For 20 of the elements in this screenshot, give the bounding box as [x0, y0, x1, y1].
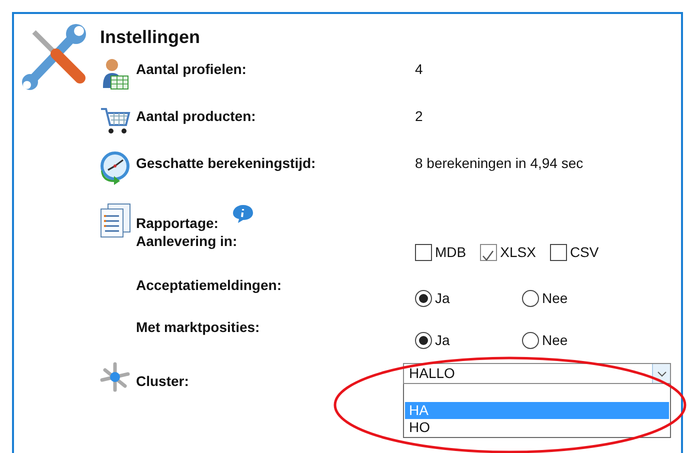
panel-title: Instellingen — [100, 26, 202, 48]
field-label: Rapportage: — [136, 214, 218, 232]
field-value: 2 — [415, 107, 423, 125]
radio-label: Nee — [542, 289, 568, 308]
radio-label: Ja — [435, 331, 450, 350]
field-value: 4 — [415, 60, 423, 78]
field-value: 8 berekeningen in 4,94 sec — [415, 154, 584, 172]
field-label: Aantal profielen: — [136, 60, 248, 78]
field-label: Acceptatiemeldingen: — [136, 276, 282, 294]
checkbox-label: MDB — [435, 243, 466, 262]
field-label: Aantal producten: — [136, 107, 257, 125]
field-label: Geschatte berekeningstijd: — [136, 154, 317, 172]
field-label: Met marktposities: — [136, 318, 261, 336]
checkbox-label: CSV — [570, 243, 599, 262]
cluster-dropdown[interactable]: HALLO — [403, 363, 671, 384]
radio-label: Ja — [435, 289, 450, 308]
checkbox-label: XLSX — [500, 243, 536, 262]
dropdown-option[interactable]: HO — [405, 419, 669, 436]
field-label: Aanlevering in: — [136, 232, 238, 250]
radio-label: Nee — [542, 331, 568, 350]
